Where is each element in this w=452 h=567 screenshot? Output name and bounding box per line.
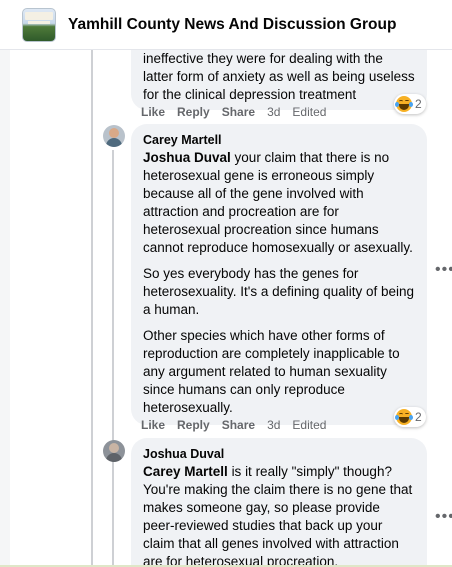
haha-icon bbox=[395, 96, 413, 112]
comment-text: your claim that there is no heterosexual… bbox=[143, 150, 413, 255]
more-options-button[interactable]: ••• bbox=[435, 509, 452, 525]
mention-link[interactable]: Joshua Duval bbox=[143, 150, 231, 165]
group-header: Yamhill County News And Discussion Group bbox=[0, 0, 452, 50]
haha-icon bbox=[395, 409, 413, 425]
edited-label: Edited bbox=[292, 418, 327, 432]
group-title[interactable]: Yamhill County News And Discussion Group bbox=[68, 16, 396, 34]
reaction-summary[interactable]: 2 bbox=[394, 407, 426, 427]
comment-author[interactable]: Carey Martell bbox=[143, 132, 415, 148]
reply-button[interactable]: Reply bbox=[177, 418, 210, 432]
comment-bubble: Joshua Duval Carey Martell is it really … bbox=[131, 438, 427, 565]
comment-timestamp[interactable]: 3d bbox=[267, 105, 280, 119]
comment-author[interactable]: Joshua Duval bbox=[143, 446, 415, 462]
avatar[interactable] bbox=[103, 125, 125, 147]
share-button[interactable]: Share bbox=[222, 418, 255, 432]
like-button[interactable]: Like bbox=[141, 105, 165, 119]
thread-line bbox=[91, 50, 93, 567]
edited-label: Edited bbox=[292, 105, 327, 119]
comment-actions: Like Reply Share 3d Edited bbox=[141, 418, 326, 432]
comment-text: So yes everybody has the genes for heter… bbox=[143, 266, 414, 317]
reply-button[interactable]: Reply bbox=[177, 105, 210, 119]
avatar[interactable] bbox=[103, 440, 125, 462]
left-gutter bbox=[0, 50, 10, 567]
reaction-count: 2 bbox=[415, 410, 422, 424]
group-thumbnail[interactable] bbox=[22, 7, 56, 42]
comment-text: ineffective they were for dealing with t… bbox=[143, 51, 415, 102]
mention-link[interactable]: Carey Martell bbox=[143, 464, 228, 479]
thread-line bbox=[112, 150, 114, 567]
comment-bubble: Carey Martell Joshua Duval your claim th… bbox=[131, 124, 427, 425]
more-options-button[interactable]: ••• bbox=[435, 262, 452, 278]
comment-actions: Like Reply Share 3d Edited bbox=[141, 105, 326, 119]
share-button[interactable]: Share bbox=[222, 105, 255, 119]
comment-timestamp[interactable]: 3d bbox=[267, 418, 280, 432]
reaction-count: 2 bbox=[415, 97, 422, 111]
reaction-summary[interactable]: 2 bbox=[394, 94, 426, 114]
comment-text: is it really "simply" though? You're mak… bbox=[143, 464, 413, 565]
comment-text: Other species which have other forms of … bbox=[143, 328, 400, 415]
like-button[interactable]: Like bbox=[141, 418, 165, 432]
